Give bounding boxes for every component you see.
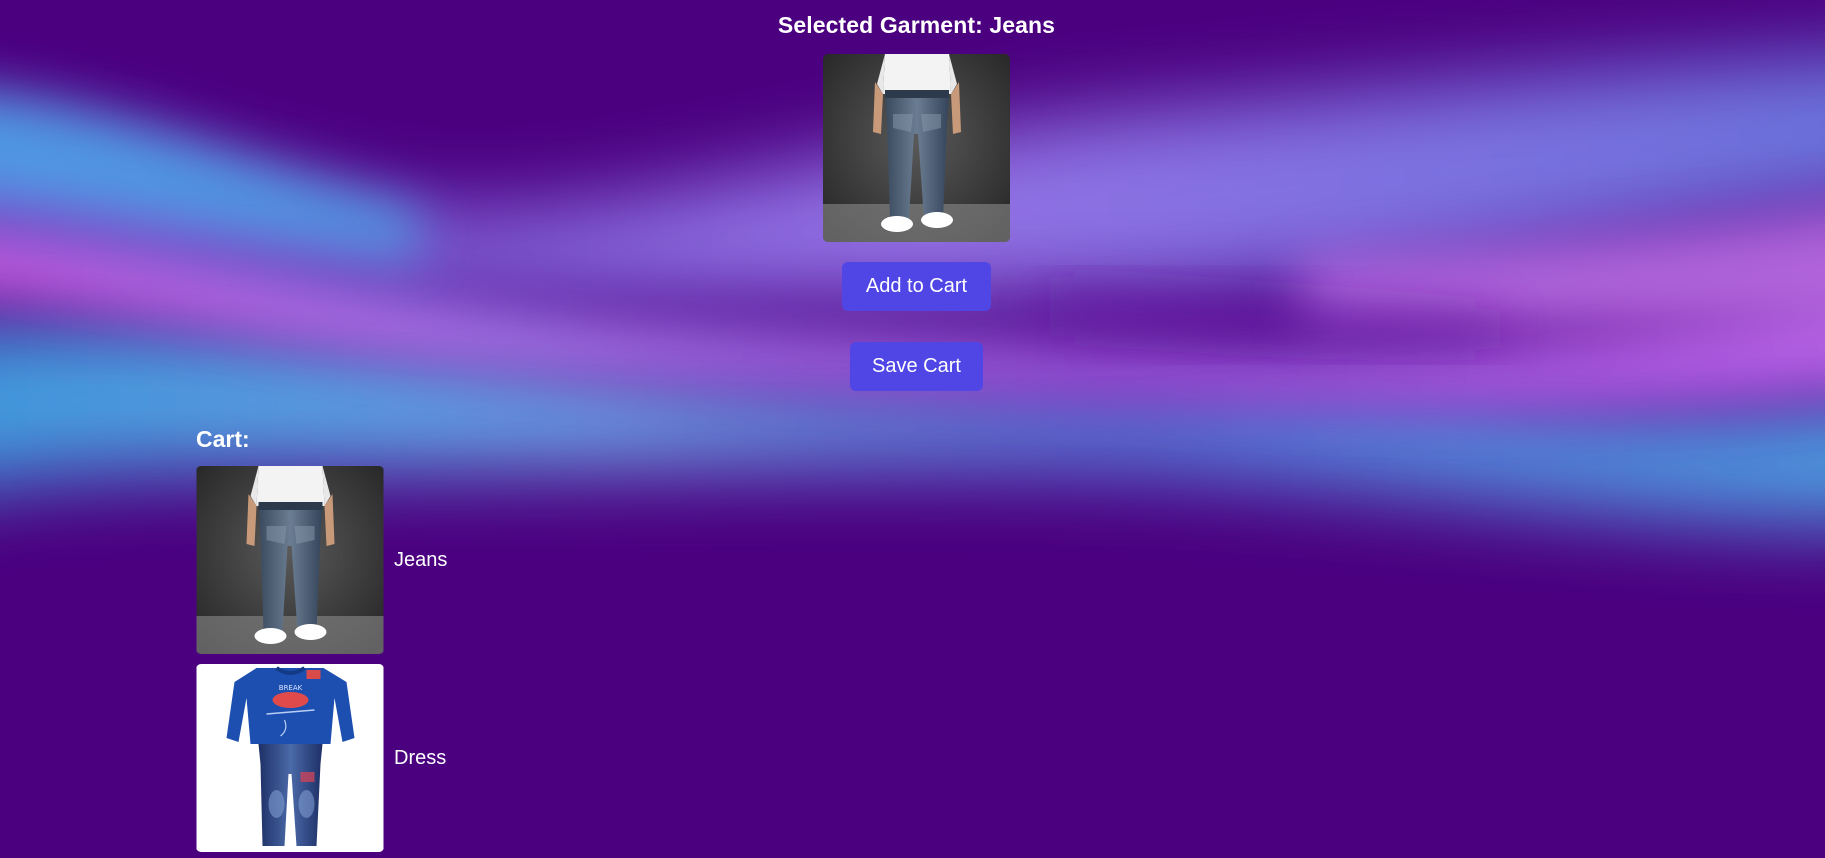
cart-item-label: Dress	[394, 746, 447, 769]
cart-item-label: Jeans	[394, 548, 448, 571]
kids-outfit-photo-icon: BREAK	[196, 664, 384, 852]
cart-item: BREAK Dress	[196, 664, 446, 852]
cart-heading: Cart:	[196, 426, 250, 452]
svg-text:BREAK: BREAK	[279, 684, 303, 692]
save-cart-button[interactable]: Save Cart	[850, 342, 983, 391]
jeans-photo-icon	[196, 466, 384, 654]
selected-garment-image	[823, 54, 1010, 242]
selected-garment-heading: Selected Garment: Jeans	[777, 12, 1056, 38]
cart-item-image	[196, 466, 384, 654]
page-content: Selected Garment: Jeans Add to Cart Save…	[0, 0, 1825, 858]
add-to-cart-button[interactable]: Add to Cart	[842, 262, 991, 311]
jeans-photo-icon	[823, 54, 1010, 242]
cart-item-image: BREAK	[196, 664, 384, 852]
cart-item: Jeans	[196, 466, 447, 654]
